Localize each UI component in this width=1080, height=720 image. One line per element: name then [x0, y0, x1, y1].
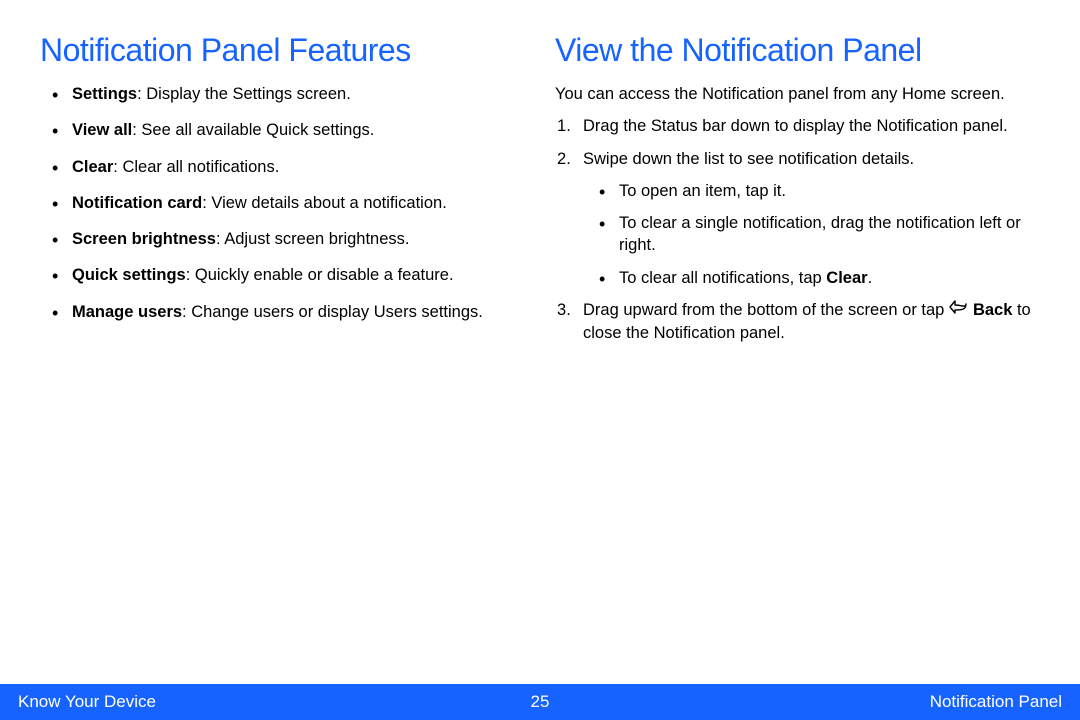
feature-item: Notification card: View details about a … — [58, 192, 525, 214]
sub-item: To clear a single notification, drag the… — [605, 212, 1040, 257]
footer-page: 25 — [531, 692, 550, 712]
feature-item: Screen brightness: Adjust screen brightn… — [58, 228, 525, 250]
sub-item: To clear all notifications, tap Clear. — [605, 267, 1040, 289]
feature-item: Quick settings: Quickly enable or disabl… — [58, 264, 525, 286]
feature-item: Settings: Display the Settings screen. — [58, 83, 525, 105]
step-item: Drag the Status bar down to display the … — [555, 115, 1040, 137]
sub-item: To open an item, tap it. — [605, 180, 1040, 202]
heading-view: View the Notification Panel — [555, 32, 1040, 69]
step-item: Swipe down the list to see notification … — [555, 148, 1040, 289]
feature-item: Clear: Clear all notifications. — [58, 156, 525, 178]
footer-bar: Know Your Device 25 Notification Panel — [0, 684, 1080, 720]
step-item: Drag upward from the bottom of the scree… — [555, 299, 1040, 344]
back-icon — [949, 299, 971, 321]
feature-item: Manage users: Change users or display Us… — [58, 301, 525, 323]
footer-left: Know Your Device — [18, 692, 531, 712]
features-list: Settings: Display the Settings screen. V… — [40, 83, 525, 323]
footer-right: Notification Panel — [549, 692, 1062, 712]
right-column: View the Notification Panel You can acce… — [555, 32, 1040, 660]
intro-text: You can access the Notification panel fr… — [555, 83, 1040, 105]
heading-features: Notification Panel Features — [40, 32, 525, 69]
sub-list: To open an item, tap it. To clear a sing… — [583, 180, 1040, 289]
left-column: Notification Panel Features Settings: Di… — [40, 32, 525, 660]
feature-item: View all: See all available Quick settin… — [58, 119, 525, 141]
steps-list: Drag the Status bar down to display the … — [555, 115, 1040, 344]
